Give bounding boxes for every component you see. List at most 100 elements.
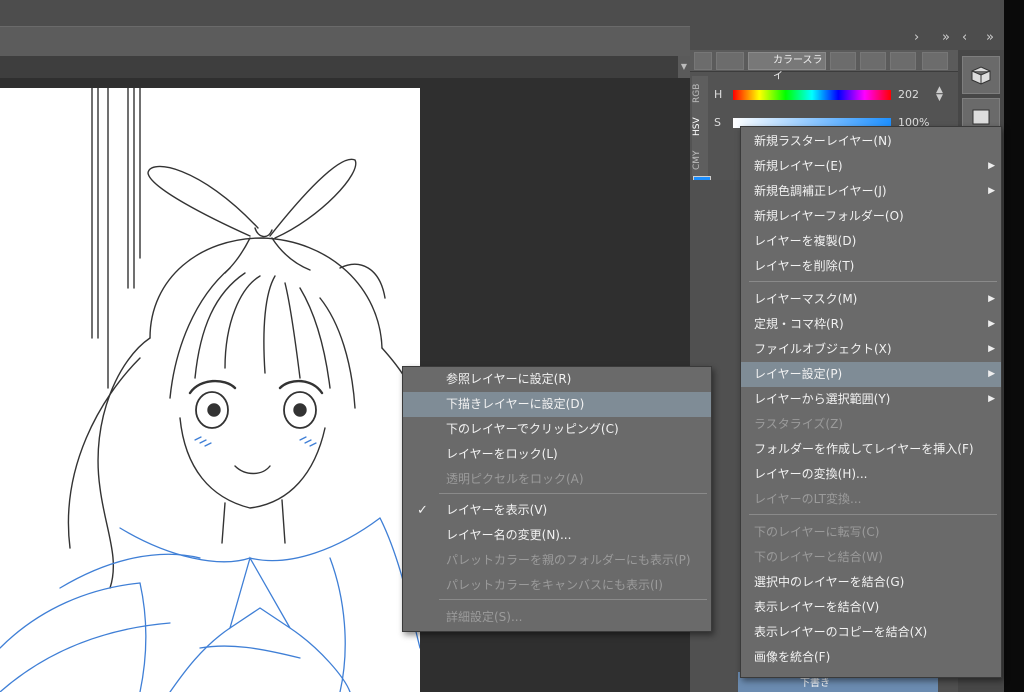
menu-item-label: 参照レイヤーに設定(R) [446,372,572,386]
canvas-tab-strip [0,56,678,78]
menu-item-label: フォルダーを作成してレイヤーを挿入(F) [754,442,974,456]
menu-item-label: パレットカラーを親のフォルダーにも表示(P) [446,553,691,567]
toolbar [0,26,690,56]
saturation-label: S [714,116,721,129]
tab-dropdown-icon[interactable]: ▼ [678,56,690,78]
submenu-arrow-icon: ▶ [988,186,995,196]
menu-item-label: 定規・コマ枠(R) [754,317,844,331]
menu-item-label: 新規ラスターレイヤー(N) [754,134,892,148]
menu-item-label: レイヤーを削除(T) [754,259,855,273]
menu-item-label: 画像を統合(F) [754,650,831,664]
tab-hsv[interactable]: HSV [692,110,708,144]
submenu-item: 詳細設定(S)... [403,605,711,630]
context-menu-item: 下のレイヤーと結合(W) [741,545,1001,570]
submenu-item[interactable]: レイヤーをロック(L) [403,442,711,467]
menu-item-label: 新規レイヤーフォルダー(O) [754,209,904,223]
context-menu-item[interactable]: レイヤーを削除(T) [741,254,1001,279]
hue-slider[interactable] [733,90,891,100]
context-menu-item[interactable]: フォルダーを作成してレイヤーを挿入(F) [741,437,1001,462]
intermediate-color-tab-icon[interactable] [860,52,886,70]
tab-rgb[interactable]: RGB [692,76,708,110]
menu-item-label: レイヤーから選択範囲(Y) [754,392,891,406]
menu-separator [749,514,997,515]
menu-item-label: レイヤーの変換(H)... [754,467,868,481]
menu-item-label: レイヤー名の変更(N)... [446,528,572,542]
submenu-item[interactable]: 下のレイヤーでクリッピング(C) [403,417,711,442]
submenu-arrow-icon: ▶ [988,161,995,171]
color-set-tab-icon[interactable] [830,52,856,70]
menu-separator [749,281,997,282]
chevron-right-icon[interactable]: › [914,30,919,45]
context-menu-item[interactable]: 選択中のレイヤーを結合(G) [741,570,1001,595]
context-menu-item[interactable]: 新規レイヤー(E) ▶ [741,154,1001,179]
menu-item-label: 下のレイヤーと結合(W) [754,550,883,564]
context-menu-item[interactable]: 表示レイヤーのコピーを結合(X) [741,620,1001,645]
menu-item-label: ラスタライズ(Z) [754,417,843,431]
tab-color-slider[interactable]: カラースライ [748,52,826,82]
submenu-arrow-icon: ▶ [988,294,995,304]
menu-item-label: レイヤーのLT変換... [754,492,862,506]
context-menu-item[interactable]: レイヤーマスク(M) ▶ [741,287,1001,312]
menu-item-label: 表示レイヤーのコピーを結合(X) [754,625,928,639]
menu-item-label: ファイルオブジェクト(X) [754,342,892,356]
hue-value[interactable]: 202 [898,88,919,101]
tab-cmy[interactable]: CMY [692,144,708,176]
context-menu-item[interactable]: 画像を統合(F) [741,645,1001,670]
context-menu-item[interactable]: 新規ラスターレイヤー(N) [741,129,1001,154]
submenu-item: パレットカラーを親のフォルダーにも表示(P) [403,548,711,573]
context-menu-item[interactable]: 新規色調補正レイヤー(J) ▶ [741,179,1001,204]
panel-header: › » ‹ » [690,26,1004,50]
context-menu-item: ラスタライズ(Z) [741,412,1001,437]
menu-item-label: レイヤー設定(P) [754,367,843,381]
color-wheel-tab-icon[interactable] [716,52,744,70]
hue-spinner-icon[interactable]: ▲ ▼ [936,86,943,103]
context-menu-item[interactable]: レイヤーを複製(D) [741,229,1001,254]
menu-item-label: レイヤーを複製(D) [754,234,857,248]
menu-item-label: レイヤーを表示(V) [446,503,548,517]
context-menu-item[interactable]: ファイルオブジェクト(X) ▶ [741,337,1001,362]
drawing-canvas[interactable] [0,88,420,692]
line-art-illustration [0,88,420,692]
submenu-item: パレットカラーをキャンバスにも表示(I) [403,573,711,598]
submenu-item[interactable]: 参照レイヤーに設定(R) [403,367,711,392]
menu-item-label: 詳細設定(S)... [446,610,523,624]
menu-item-label: 選択中のレイヤーを結合(G) [754,575,905,589]
hue-label: H [714,88,723,101]
3d-object-icon[interactable] [962,56,1000,94]
submenu-item[interactable]: 下描きレイヤーに設定(D) [403,392,711,417]
double-chevron-right-icon-2[interactable]: » [986,30,994,45]
title-bar [0,0,1004,26]
panel-menu-icon[interactable] [694,52,712,70]
approximate-color-tab-icon[interactable] [890,52,916,70]
checkmark-icon: ✓ [417,503,428,518]
submenu-arrow-icon: ▶ [988,369,995,379]
submenu-item: 透明ピクセルをロック(A) [403,467,711,492]
context-menu-item[interactable]: 定規・コマ枠(R) ▶ [741,312,1001,337]
menu-item-label: 下のレイヤーに転写(C) [754,525,880,539]
context-menu-item[interactable]: レイヤーの変換(H)... [741,462,1001,487]
menu-item-label: レイヤーをロック(L) [446,447,558,461]
double-chevron-right-icon[interactable]: » [942,30,950,45]
history-tab-icon[interactable] [922,52,948,70]
context-menu-item[interactable]: レイヤー設定(P) ▶ [741,362,1001,387]
color-mode-tabs: RGB HSV CMY [692,76,708,176]
menu-item-label: パレットカラーをキャンバスにも表示(I) [446,578,663,592]
chevron-left-icon[interactable]: ‹ [962,30,967,45]
menu-item-label: レイヤーマスク(M) [754,292,858,306]
menu-item-label: 新規色調補正レイヤー(J) [754,184,887,198]
context-menu-item[interactable]: 新規レイヤーフォルダー(O) [741,204,1001,229]
menu-item-label: 下のレイヤーでクリッピング(C) [446,422,619,436]
submenu-arrow-icon: ▶ [988,319,995,329]
layer-settings-submenu: 参照レイヤーに設定(R) 下描きレイヤーに設定(D) 下のレイヤーでクリッピング(C… [402,366,712,632]
context-menu-item: 下のレイヤーに転写(C) [741,520,1001,545]
menu-separator [439,493,707,494]
submenu-arrow-icon: ▶ [988,344,995,354]
submenu-item[interactable]: ✓ レイヤーを表示(V) [403,498,711,523]
menu-separator [439,599,707,600]
context-menu-item[interactable]: レイヤーから選択範囲(Y) ▶ [741,387,1001,412]
window-edge [1004,0,1024,692]
submenu-item[interactable]: レイヤー名の変更(N)... [403,523,711,548]
menu-item-label: 透明ピクセルをロック(A) [446,472,584,486]
menu-item-label: 表示レイヤーを結合(V) [754,600,880,614]
context-menu-item[interactable]: 表示レイヤーを結合(V) [741,595,1001,620]
